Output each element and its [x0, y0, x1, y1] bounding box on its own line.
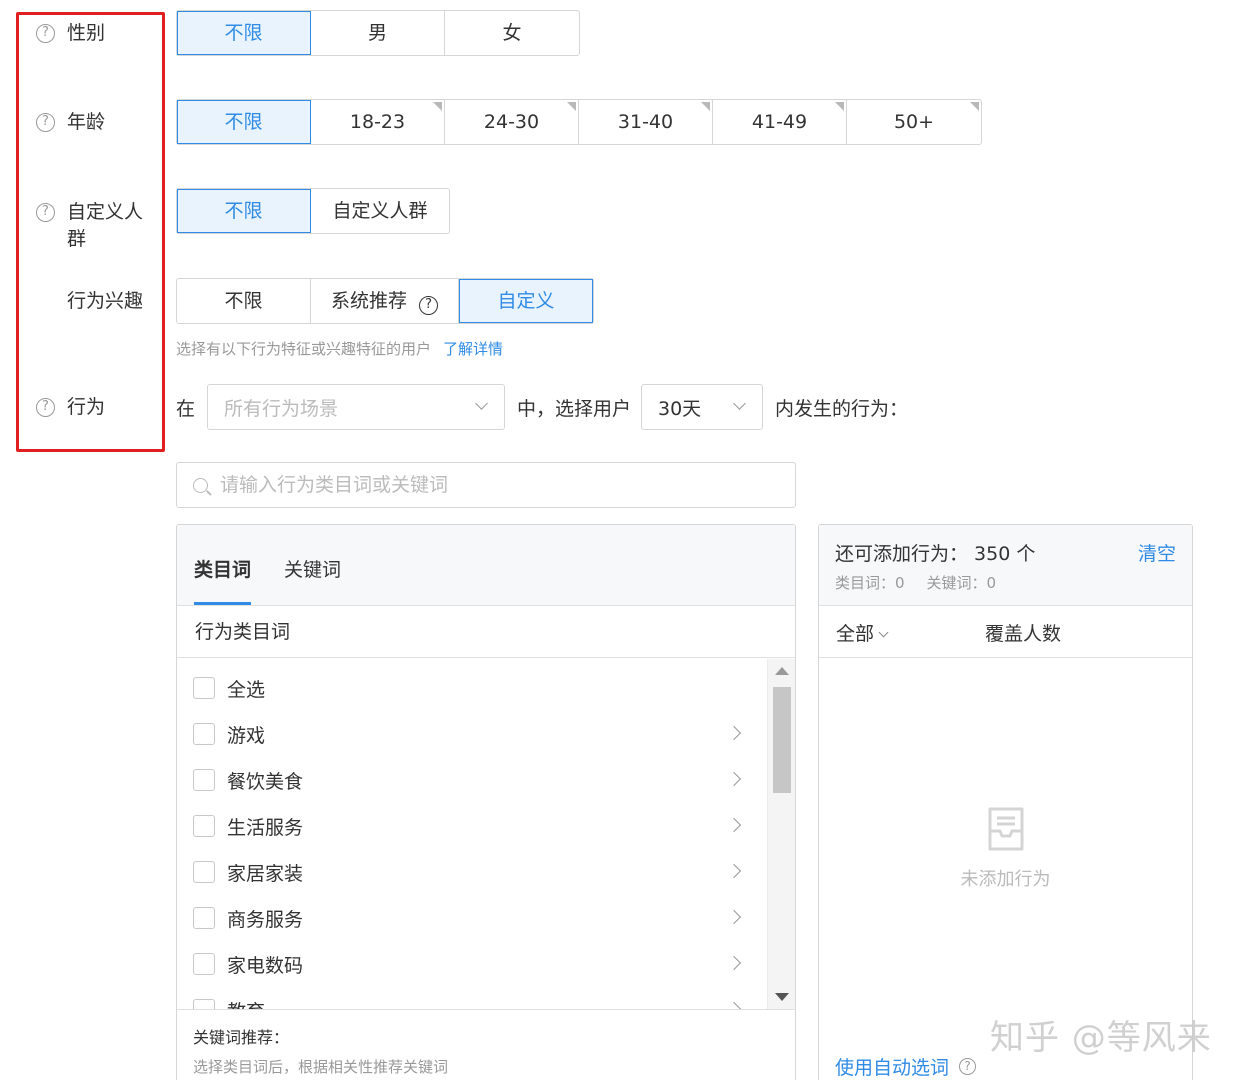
- checkbox[interactable]: [193, 677, 215, 699]
- behavior-prefix: 在: [176, 398, 196, 420]
- checkbox[interactable]: [193, 907, 215, 929]
- checkbox[interactable]: [193, 953, 215, 975]
- behavior-days-select[interactable]: 30天: [641, 384, 763, 430]
- chevron-right-icon[interactable]: [726, 863, 742, 879]
- list-item[interactable]: 家电数码: [177, 941, 767, 987]
- chevron-down-icon: [878, 627, 889, 638]
- empty-state: 未添加行为: [819, 805, 1192, 891]
- custom-crowd-selector: 不限 自定义人群: [176, 188, 450, 234]
- learn-more-link[interactable]: 了解详情: [443, 340, 503, 358]
- corner-mark-icon: [835, 102, 844, 111]
- coverage-column-header: 覆盖人数: [985, 623, 1062, 645]
- tab-keywords[interactable]: 关键词: [284, 555, 341, 582]
- interest-option-recommended[interactable]: 系统推荐 ?: [311, 279, 459, 323]
- gender-option-female[interactable]: 女: [445, 11, 579, 55]
- label-custom-crowd: ? 自定义人群: [36, 199, 149, 253]
- list-scrollbar[interactable]: [767, 659, 795, 1009]
- corner-mark-icon: [701, 102, 710, 111]
- help-icon[interactable]: ?: [36, 203, 55, 222]
- interest-hint: 选择有以下行为特征或兴趣特征的用户 了解详情: [176, 340, 504, 358]
- gender-option-unlimited[interactable]: 不限: [177, 11, 311, 55]
- age-option-31-40[interactable]: 31-40: [579, 100, 713, 144]
- category-tabs: 类目词 关键词: [177, 525, 795, 606]
- keyword-recommendation: 关键词推荐： 选择类目词后，根据相关性推荐关键词: [177, 1009, 795, 1080]
- age-option-50-plus[interactable]: 50+: [847, 100, 981, 144]
- interest-option-custom[interactable]: 自定义: [459, 279, 593, 323]
- corner-mark-icon: [433, 102, 442, 111]
- list-item[interactable]: 生活服务: [177, 803, 767, 849]
- corner-mark-icon: [567, 102, 576, 111]
- behavior-search: [176, 462, 796, 508]
- checkbox[interactable]: [193, 723, 215, 745]
- label-interest: 行为兴趣: [67, 290, 144, 312]
- age-option-41-49[interactable]: 41-49: [713, 100, 847, 144]
- label-behavior: ? 行为: [36, 394, 147, 421]
- chevron-down-icon: [475, 397, 488, 410]
- selected-header: 还可添加行为： 350 个 清空 类目词：0 关键词：0: [819, 525, 1192, 606]
- chevron-down-icon: [733, 397, 746, 410]
- behavior-suffix: 内发生的行为：: [775, 398, 909, 420]
- chevron-right-icon[interactable]: [726, 817, 742, 833]
- age-option-unlimited[interactable]: 不限: [177, 100, 311, 144]
- filter-all-dropdown[interactable]: 全部: [836, 619, 889, 646]
- scroll-thumb[interactable]: [773, 687, 791, 793]
- chevron-right-icon[interactable]: [726, 955, 742, 971]
- remaining-count: 还可添加行为： 350 个: [835, 543, 1036, 565]
- list-item[interactable]: 商务服务: [177, 895, 767, 941]
- checkbox[interactable]: [193, 769, 215, 791]
- interest-option-unlimited[interactable]: 不限: [177, 279, 311, 323]
- help-icon[interactable]: ?: [36, 24, 55, 43]
- custom-crowd-option-unlimited[interactable]: 不限: [177, 189, 311, 233]
- help-icon[interactable]: ?: [419, 296, 439, 315]
- list-item[interactable]: 游戏: [177, 711, 767, 757]
- custom-crowd-option-custom[interactable]: 自定义人群: [311, 189, 449, 233]
- selected-counts: 类目词：0 关键词：0: [835, 574, 997, 592]
- behavior-scene-select[interactable]: 所有行为场景: [207, 384, 505, 430]
- age-option-24-30[interactable]: 24-30: [445, 100, 579, 144]
- inbox-icon: [982, 805, 1030, 853]
- corner-mark-icon: [970, 102, 979, 111]
- checkbox[interactable]: [193, 815, 215, 837]
- chevron-right-icon[interactable]: [726, 909, 742, 925]
- gender-selector: 不限 男 女: [176, 10, 580, 56]
- interest-selector: 不限 系统推荐 ? 自定义: [176, 278, 594, 324]
- category-column-header: 行为类目词: [177, 606, 795, 658]
- chevron-right-icon[interactable]: [726, 725, 742, 741]
- list-item[interactable]: 教育: [177, 987, 767, 1009]
- label-gender: ? 性别: [36, 20, 147, 47]
- behavior-search-input[interactable]: [220, 474, 780, 496]
- list-item[interactable]: 家居家装: [177, 849, 767, 895]
- search-icon: [193, 477, 208, 493]
- auto-pick-link[interactable]: 使用自动选词 ?: [835, 1053, 977, 1080]
- selected-behavior-panel: 还可添加行为： 350 个 清空 类目词：0 关键词：0 全部 覆盖人数 未添加行为…: [818, 524, 1193, 1080]
- category-panel: 类目词 关键词 行为类目词 全选 游戏 餐饮美食 生活服务 家居家装 商务服务 …: [176, 524, 796, 1080]
- chevron-right-icon[interactable]: [726, 771, 742, 787]
- scroll-down-icon[interactable]: [775, 993, 789, 1001]
- selected-columns: 全部 覆盖人数: [819, 606, 1192, 658]
- gender-option-male[interactable]: 男: [311, 11, 445, 55]
- category-list: 全选 游戏 餐饮美食 生活服务 家居家装 商务服务 家电数码 教育: [177, 659, 795, 1009]
- age-selector: 不限 18-23 24-30 31-40 41-49 50+: [176, 99, 982, 145]
- label-age: ? 年龄: [36, 109, 147, 136]
- tab-category-words[interactable]: 类目词: [194, 555, 252, 605]
- scroll-up-icon[interactable]: [775, 667, 789, 675]
- help-icon[interactable]: ?: [36, 398, 55, 417]
- watermark: 知乎 @等风来: [990, 1018, 1212, 1058]
- list-item-select-all[interactable]: 全选: [177, 665, 767, 711]
- help-icon[interactable]: ?: [959, 1058, 977, 1075]
- behavior-middle-text: 中，选择用户: [517, 398, 632, 420]
- checkbox[interactable]: [193, 999, 215, 1009]
- list-item[interactable]: 餐饮美食: [177, 757, 767, 803]
- clear-button[interactable]: 清空: [1138, 539, 1176, 566]
- checkbox[interactable]: [193, 861, 215, 883]
- age-option-18-23[interactable]: 18-23: [311, 100, 445, 144]
- chevron-right-icon[interactable]: [726, 1001, 742, 1009]
- help-icon[interactable]: ?: [36, 113, 55, 132]
